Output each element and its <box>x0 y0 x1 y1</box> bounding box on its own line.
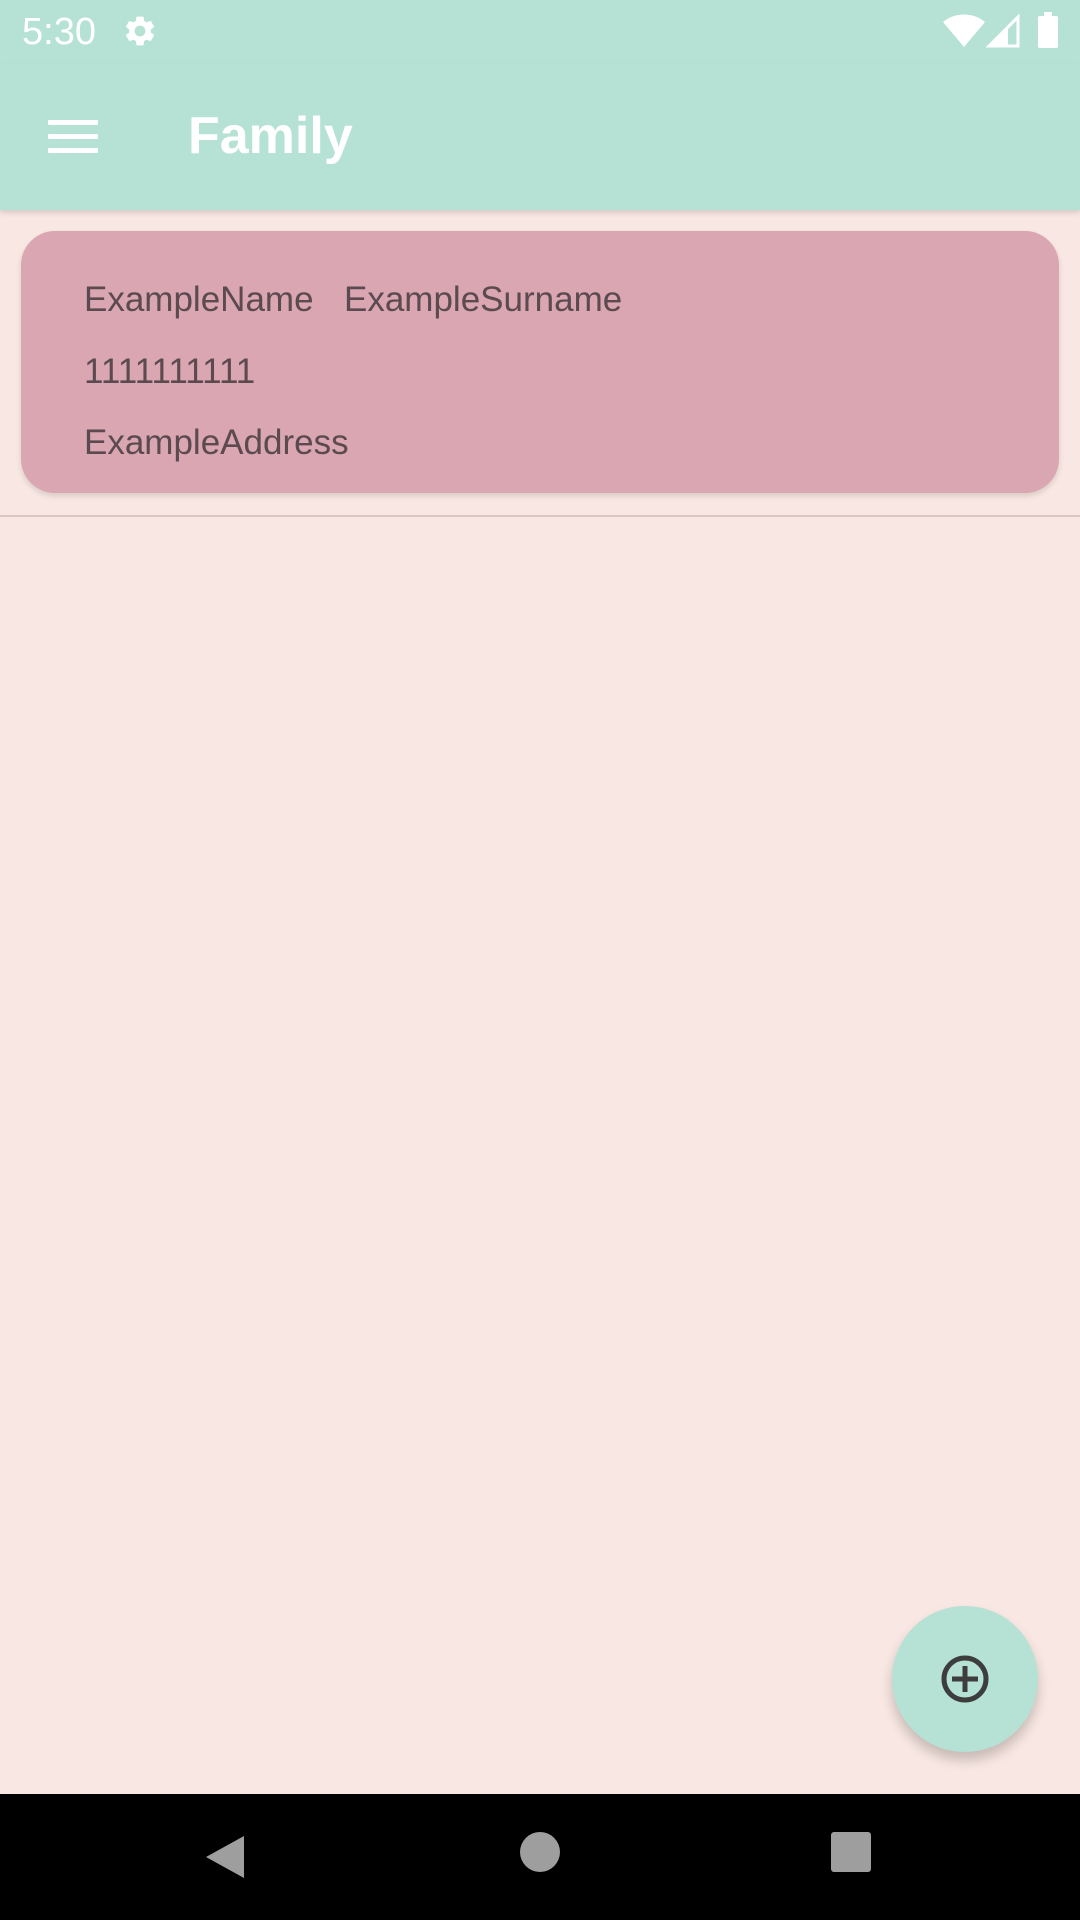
menu-line <box>48 120 98 125</box>
menu-line <box>48 148 98 153</box>
contact-address: ExampleAddress <box>84 423 349 462</box>
menu-line <box>48 134 98 139</box>
contact-phone: 1111111111 <box>84 352 256 391</box>
wifi-icon <box>943 14 985 47</box>
contact-name: ExampleName <box>84 280 314 319</box>
battery-icon <box>1038 12 1058 48</box>
contact-card[interactable]: ExampleName ExampleSurname 1111111111 Ex… <box>21 231 1059 493</box>
contact-surname: ExampleSurname <box>344 280 623 319</box>
navigation-bar <box>0 1794 1080 1920</box>
app-bar: Family <box>0 63 1080 210</box>
add-contact-button[interactable] <box>892 1606 1038 1752</box>
signal-icon <box>986 14 1020 48</box>
screen: 5:30 Family ExampleName ExampleSurname 1… <box>0 0 1080 1920</box>
recents-icon[interactable] <box>831 1832 871 1872</box>
gear-icon <box>125 16 155 46</box>
hamburger-menu-icon[interactable] <box>36 103 108 167</box>
back-icon[interactable] <box>200 1832 250 1882</box>
add-circle-icon <box>941 1655 989 1703</box>
status-bar: 5:30 <box>0 0 1080 63</box>
status-time: 5:30 <box>22 11 96 53</box>
home-icon[interactable] <box>520 1832 560 1872</box>
page-title: Family <box>188 107 353 165</box>
list-divider <box>0 515 1080 517</box>
